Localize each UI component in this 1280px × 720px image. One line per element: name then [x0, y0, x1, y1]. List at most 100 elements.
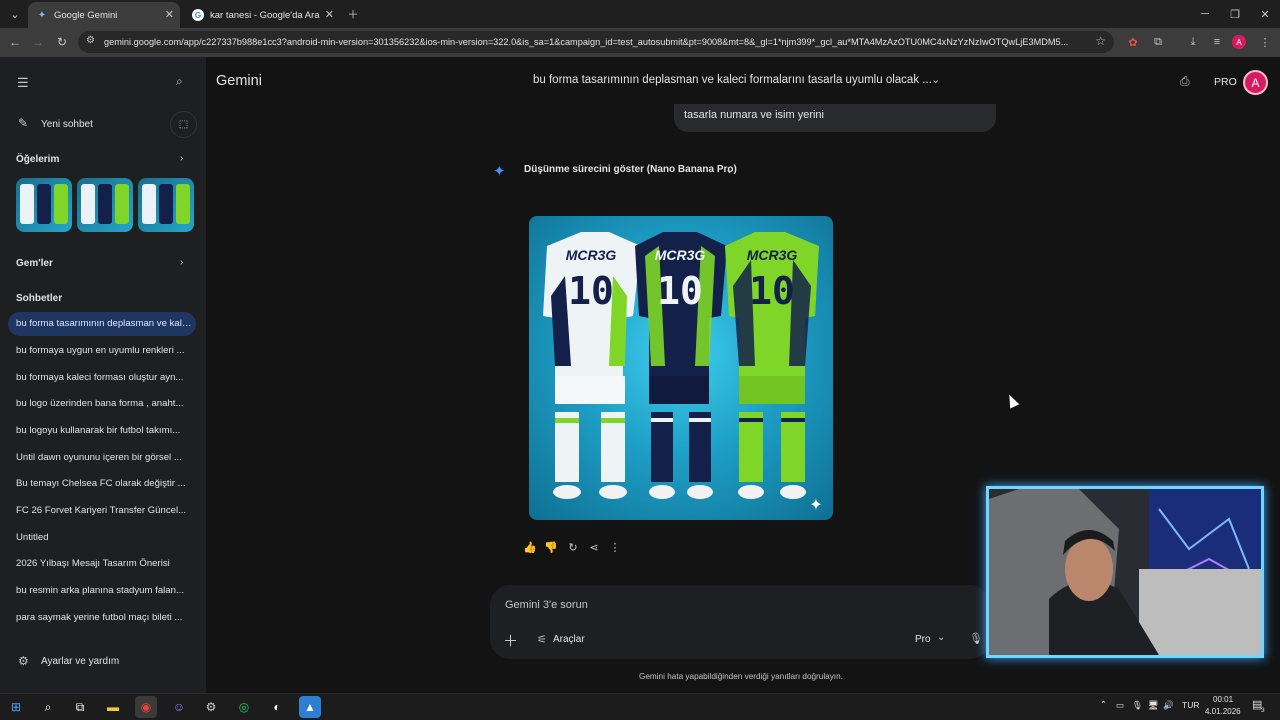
mouse-cursor [1004, 392, 1020, 409]
chevron-down-icon[interactable]: ⌄ [937, 632, 945, 643]
settings-gear-icon[interactable]: ⚙ [18, 654, 29, 668]
search-icon[interactable]: ⌕ [176, 74, 183, 89]
gems-heading[interactable]: Gem'ler [16, 258, 53, 269]
edit-icon[interactable]: ✎ [18, 116, 28, 130]
webcam-feed [989, 489, 1261, 655]
close-icon[interactable]: ✕ [325, 8, 334, 21]
chevron-right-icon[interactable]: › [180, 257, 183, 268]
sidebar-chat-item[interactable]: bu formaya kaleci forması oluştur ayn... [8, 366, 196, 390]
steam-icon[interactable]: ⚙ [200, 696, 222, 718]
prompt-composer[interactable] [490, 585, 990, 659]
reload-button[interactable]: ↻ [52, 33, 72, 51]
site-info-icon[interactable]: ⚙ [86, 35, 95, 46]
discord-icon[interactable]: ☺ [168, 696, 190, 718]
sidebar-chat-item[interactable]: bu resmin arka planına stadyum falan... [8, 579, 196, 603]
extensions-puzzle-icon[interactable]: ⧉ [1149, 33, 1167, 51]
thumbs-up-icon[interactable]: 👍 [522, 540, 538, 554]
chevron-down-icon[interactable]: ⌄ [931, 73, 940, 86]
volume-icon[interactable]: 🔊 [1163, 700, 1174, 711]
forward-button[interactable]: → [28, 33, 48, 51]
sidebar-chat-item[interactable]: bu formaya uygun en uyumlu renkleri ... [8, 339, 196, 363]
task-view-icon[interactable]: ⧉ [69, 696, 91, 718]
profile-avatar[interactable]: A [1232, 35, 1246, 49]
chevron-down-icon[interactable]: ⌄ [725, 163, 734, 176]
user-avatar[interactable]: A [1243, 70, 1268, 95]
sidebar-chat-item[interactable]: Bu temayı Chelsea FC olarak değiştir ... [8, 472, 196, 496]
thumbs-down-icon[interactable]: 👎 [543, 540, 559, 554]
kit-number: 10 [568, 269, 614, 313]
mode-selector[interactable]: Pro [915, 634, 931, 645]
minimize-button[interactable]: ─ [1190, 4, 1220, 24]
address-bar[interactable]: ⚙ gemini.google.com/app/c227337b988e1cc3… [78, 31, 1114, 53]
tab-title: kar tanesi - Google'da Ara [210, 9, 320, 21]
windows-taskbar [0, 693, 1280, 720]
tools-icon[interactable]: ⚟ [537, 633, 547, 646]
sidebar-chat-item[interactable]: Untitled [8, 526, 196, 550]
sidebar-chat-item[interactable]: para saymak yerine futbol maçı bileti ..… [8, 606, 196, 630]
print-icon[interactable]: ⎙ [1180, 74, 1190, 89]
back-button[interactable]: ← [5, 33, 25, 51]
temporary-chat-icon[interactable]: ⬚ [170, 111, 197, 138]
google-icon: G [192, 9, 204, 21]
extension-icon[interactable]: ✿ [1124, 33, 1142, 51]
share-icon[interactable]: ⋖ [586, 540, 602, 554]
bookmark-star-icon[interactable]: ☆ [1095, 34, 1106, 48]
close-window-button[interactable]: ✕ [1250, 4, 1280, 24]
file-explorer-icon[interactable]: ▬ [102, 696, 124, 718]
sidebar-chat-item[interactable]: bu logoyu kullanarak bir futbol takımı..… [8, 419, 196, 443]
tools-button[interactable]: Araçlar [553, 634, 585, 645]
more-menu-icon[interactable]: ⋮ [1256, 33, 1274, 51]
generated-kit-image[interactable]: MCR3G 10 MCR3G 10 MCR3G 10 ✦ [529, 216, 833, 520]
network-icon[interactable]: 🖥 [1148, 700, 1159, 711]
restore-button[interactable]: ❐ [1220, 4, 1250, 24]
menu-icon[interactable]: ☰ [17, 75, 29, 91]
sidebar-chat-item[interactable]: Until dawn oyununu içeren bir görsel ... [8, 446, 196, 470]
obs-icon[interactable]: ◐ [266, 696, 288, 718]
sidebar-chat-item[interactable]: bu forma tasarımının deplasman ve kaleci… [8, 312, 196, 336]
app-icon[interactable]: ▲ [299, 696, 321, 718]
my-stuff-heading[interactable]: Öğelerim [16, 154, 59, 165]
gemini-icon: ✦ [37, 9, 47, 21]
more-options-icon[interactable]: ⋮ [607, 540, 623, 554]
clock-date[interactable]: 4.01.2026 [1205, 707, 1241, 716]
tab-search-button[interactable]: ⌄ [4, 4, 26, 24]
app-title[interactable]: Gemini [216, 73, 262, 89]
sidebar-chat-item[interactable]: FC 26 Forvet Kariyeri Transfer Güncel... [8, 499, 196, 523]
tab-title: Google Gemini [54, 9, 118, 21]
disclaimer-text: Gemini hata yapabildiğinden verdiği yanı… [639, 672, 843, 681]
media-icon[interactable]: ≡ [1208, 33, 1226, 51]
prompt-input[interactable]: Gemini 3'e sorun [505, 599, 588, 611]
my-stuff-thumbnail[interactable] [16, 178, 72, 232]
close-icon[interactable]: ✕ [165, 8, 174, 21]
clock-time[interactable]: 00:01 [1213, 695, 1233, 704]
tray-overflow-icon[interactable]: ⌃ [1100, 699, 1107, 710]
my-stuff-thumbnail[interactable] [77, 178, 133, 232]
sparkle-watermark-icon: ✦ [809, 497, 822, 514]
url-text: gemini.google.com/app/c227337b988e1cc3?a… [104, 37, 1069, 47]
kit-text: MCR3G [655, 247, 706, 263]
my-stuff-thumbnail[interactable] [138, 178, 194, 232]
windows-start-icon[interactable]: ⊞ [5, 696, 27, 718]
add-attachment-icon[interactable]: ＋ [503, 630, 518, 651]
sidebar-chat-item[interactable]: bu logo üzerinden bana forma , anaht... [8, 392, 196, 416]
microphone-icon[interactable]: 🎙 [969, 632, 983, 645]
search-icon[interactable]: ⌕ [37, 696, 59, 718]
tab-google-gemini[interactable]: ✦ Google Gemini ✕ [28, 2, 180, 28]
settings-and-help-button[interactable]: Ayarlar ve yardım [41, 656, 119, 667]
conversation-title[interactable]: bu forma tasarımının deplasman ve kaleci… [533, 74, 932, 86]
download-icon[interactable]: ⤓ [1184, 33, 1202, 51]
new-tab-button[interactable]: ＋ [342, 4, 364, 24]
sidebar-chat-item[interactable]: 2026 Yılbaşı Mesajı Tasarım Önerisi [8, 552, 196, 576]
spotify-icon[interactable]: ◎ [233, 696, 255, 718]
language-indicator[interactable]: TUR [1182, 700, 1199, 710]
show-thinking-toggle[interactable]: Düşünme sürecini göster (Nano Banana Pro… [524, 164, 737, 175]
plan-badge[interactable]: PRO [1214, 76, 1237, 88]
webcam-overlay [986, 486, 1264, 658]
regenerate-icon[interactable]: ↻ [565, 540, 581, 554]
battery-icon[interactable]: ▭ [1116, 700, 1124, 711]
chrome-icon[interactable]: ◉ [135, 696, 157, 718]
chevron-right-icon[interactable]: › [180, 153, 183, 164]
microphone-tray-icon[interactable]: 🎙 [1132, 700, 1143, 711]
new-chat-button[interactable]: Yeni sohbet [41, 119, 93, 130]
tab-google-search[interactable]: G kar tanesi - Google'da Ara ✕ [184, 2, 340, 28]
